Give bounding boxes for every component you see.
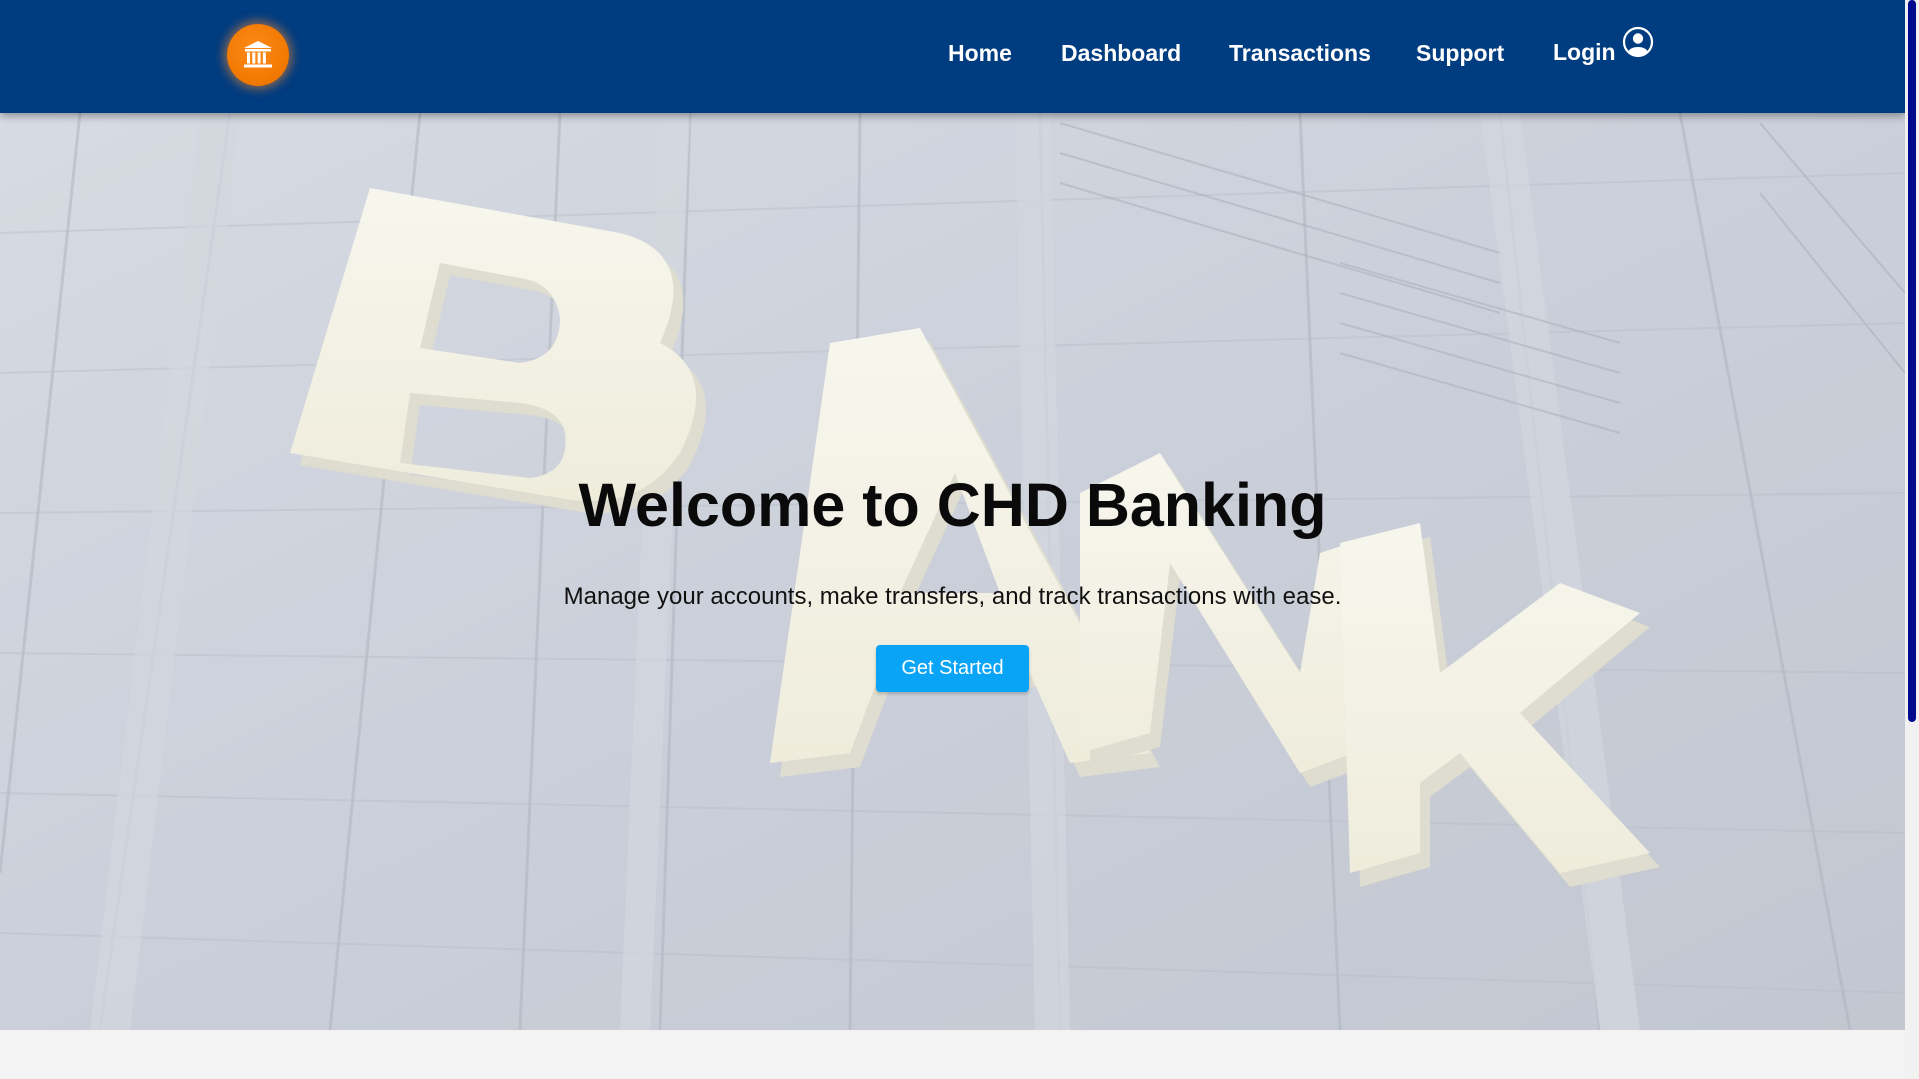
get-started-button[interactable]: Get Started <box>876 645 1029 692</box>
hero-title: Welcome to CHD Banking <box>578 471 1327 539</box>
vertical-scrollbar[interactable] <box>1905 0 1919 1079</box>
nav-login-label: Login <box>1553 39 1616 65</box>
hero-subtitle: Manage your accounts, make transfers, an… <box>563 583 1342 610</box>
nav-support-link[interactable]: Support <box>1416 40 1504 67</box>
nav-login-link[interactable]: Login <box>1553 26 1654 66</box>
user-circle-icon <box>1622 26 1653 58</box>
nav-dashboard-link[interactable]: Dashboard <box>1061 40 1181 67</box>
page-bottom-area <box>0 1030 1905 1079</box>
nav-transactions-link[interactable]: Transactions <box>1229 40 1371 67</box>
nav-home-link[interactable]: Home <box>948 40 1012 67</box>
page: Home Dashboard Transactions Support Logi… <box>0 0 1905 1079</box>
hero-section: Welcome to CHD Banking Manage your accou… <box>0 113 1905 1030</box>
nav-menu: Home Dashboard Transactions Support Logi… <box>0 0 1905 113</box>
navbar: Home Dashboard Transactions Support Logi… <box>0 0 1905 113</box>
hero-overlay <box>0 113 1905 1030</box>
scrollbar-thumb[interactable] <box>1908 0 1916 722</box>
